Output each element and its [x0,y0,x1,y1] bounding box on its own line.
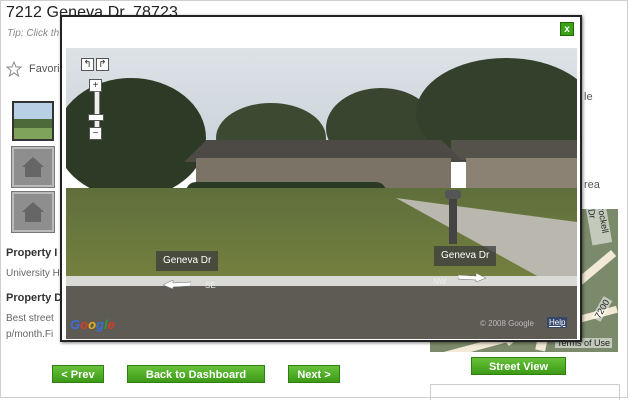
right-text-fragment: rea [584,179,600,191]
compass-direction: NW [433,277,447,286]
star-icon[interactable] [6,61,22,77]
pan-right-icon[interactable]: ↱ [96,58,109,71]
bottom-panel [430,384,620,400]
section-text: Best street [6,313,54,324]
next-button[interactable]: Next > [288,365,340,383]
arrow-right-icon[interactable] [458,272,486,282]
street-label[interactable]: Geneva Dr [156,251,219,271]
tip-text: Tip: Click th [7,28,60,39]
zoom-slider-handle[interactable] [88,114,104,121]
street-view-button[interactable]: Street View [471,357,566,375]
house-thumbnail[interactable] [11,146,55,188]
house-icon [22,157,44,177]
section-heading: Property I [6,247,58,259]
map-label: rockell Dr [585,209,613,246]
house-thumbnail[interactable] [11,191,55,233]
zoom-slider[interactable] [94,91,100,129]
google-logo: Google [70,317,115,332]
help-link[interactable]: Help [547,317,568,328]
pan-left-icon[interactable]: ↰ [81,58,94,71]
street-label[interactable]: Geneva Dr [434,246,497,266]
section-text: p/month.Fi [6,329,54,340]
street-view-panorama[interactable] [66,48,577,339]
back-to-dashboard-button[interactable]: Back to Dashboard [127,365,265,383]
favorite-label[interactable]: Favori [29,63,60,75]
section-heading: Property D [6,292,63,304]
prev-button[interactable]: < Prev [52,365,104,383]
house-icon [22,202,44,222]
zoom-out-button[interactable]: − [89,127,102,140]
compass-direction: SE [205,281,216,290]
copyright-text: © 2008 Google [480,319,534,328]
photo-thumbnail[interactable] [12,101,54,141]
close-button[interactable]: x [560,22,574,36]
arrow-left-icon[interactable] [163,279,191,289]
section-text: University H [6,268,60,279]
right-text-fragment: le [584,91,593,103]
mailbox [445,190,461,244]
